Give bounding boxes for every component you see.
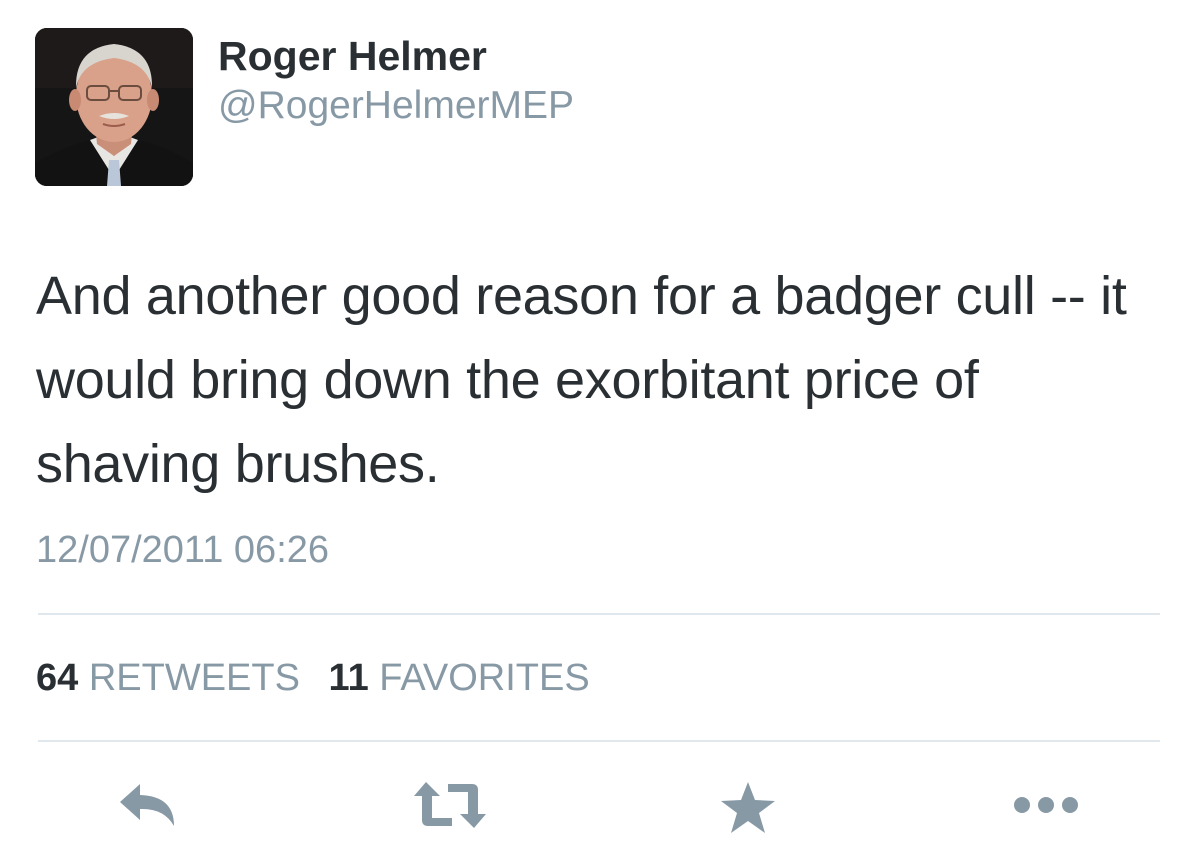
- reply-button[interactable]: [118, 780, 184, 840]
- more-icon: [1014, 797, 1078, 813]
- reply-icon: [120, 784, 174, 826]
- divider: [38, 613, 1160, 615]
- author-handle[interactable]: @RogerHelmerMEP: [218, 82, 574, 130]
- tweet-stats: 64 RETWEETS 11 FAVORITES: [36, 655, 608, 701]
- star-icon: [721, 782, 775, 833]
- tweet-text: And another good reason for a badger cul…: [36, 266, 1127, 494]
- profile-photo: [35, 28, 193, 186]
- tweet-timestamp[interactable]: 12/07/2011 06:26: [36, 527, 329, 573]
- retweet-button[interactable]: [412, 780, 488, 840]
- retweets-label[interactable]: RETWEETS: [89, 657, 300, 699]
- more-button[interactable]: [1010, 780, 1082, 840]
- divider: [38, 740, 1160, 742]
- retweet-icon: [414, 782, 486, 828]
- avatar[interactable]: [35, 28, 193, 186]
- favorites-label[interactable]: FAVORITES: [379, 657, 589, 699]
- retweets-count[interactable]: 64: [36, 657, 78, 699]
- favorites-count[interactable]: 11: [329, 657, 369, 699]
- favorite-button[interactable]: [719, 780, 777, 840]
- author-display-name[interactable]: Roger Helmer: [218, 32, 487, 80]
- tweet-actions: [0, 780, 1200, 840]
